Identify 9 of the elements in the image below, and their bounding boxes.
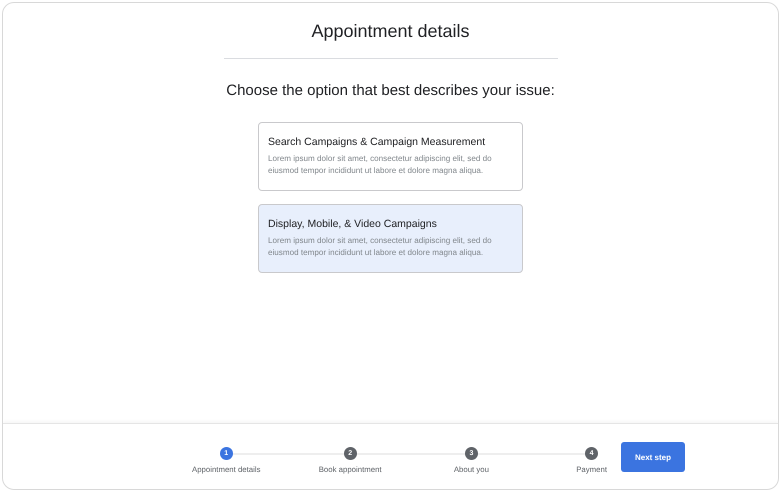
- option-description: Lorem ipsum dolor sit amet, consectetur adipiscing elit, sed do eiusmod tempor incididunt ut labore et dolore magna aliqua.: [268, 153, 493, 177]
- option-title: Search Campaigns & Campaign Measurement: [268, 136, 486, 149]
- option-card[interactable]: Display, Mobile, & Video Campaigns Lorem ipsum dolor sit amet, consectetur adipiscing elit, sed do eiusmod tempor incididunt ut labore et dolore magna aliqua.: [258, 204, 523, 273]
- option-card[interactable]: Search Campaigns & Campaign Measurement Lorem ipsum dolor sit amet, consectetur adipiscing elit, sed do eiusmod tempor incididunt ut labore et dolore magna aliqua.: [258, 122, 523, 191]
- next-step-button[interactable]: Next step: [621, 442, 685, 472]
- page-title: Appointment details: [311, 20, 470, 42]
- question-text: Choose the option that best describes your issue:: [226, 82, 555, 100]
- option-title: Display, Mobile, & Video Campaigns: [268, 218, 438, 231]
- option-description: Lorem ipsum dolor sit amet, consectetur adipiscing elit, sed do eiusmod tempor incididunt ut labore et dolore magna aliqua.: [268, 235, 493, 259]
